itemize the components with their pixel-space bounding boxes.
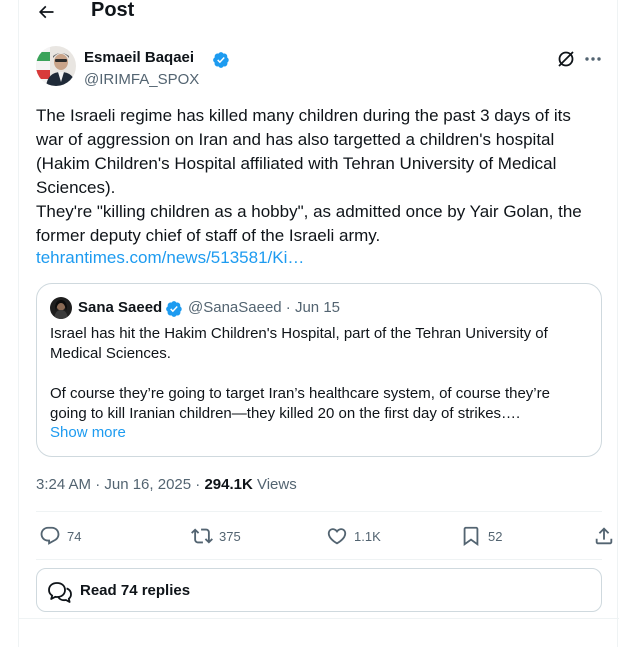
avatar-image xyxy=(50,297,72,319)
quote-handle-date: @SanaSaeed · Jun 15 xyxy=(188,299,340,316)
quote-avatar[interactable] xyxy=(50,297,72,319)
tweet-text: The Israeli regime has killed many child… xyxy=(36,104,606,248)
repost-button[interactable]: 375 xyxy=(191,524,241,548)
tweet-line: The Israeli regime has killed many child… xyxy=(36,106,571,125)
quote-paragraph: Israel has hit the Hakim Children's Hosp… xyxy=(50,325,548,362)
author-name[interactable]: Esmaeil Baqaei xyxy=(84,49,194,66)
bookmark-icon xyxy=(463,526,479,547)
share-icon xyxy=(595,527,613,545)
more-horizontal-icon xyxy=(585,57,601,61)
back-button[interactable] xyxy=(33,0,59,24)
quote-text: Israel has hit the Hakim Children's Hosp… xyxy=(50,324,590,424)
timestamp[interactable]: 3:24 AM · Jun 16, 2025 · xyxy=(36,476,204,493)
views-label: Views xyxy=(252,476,297,493)
verified-badge-icon xyxy=(166,301,182,317)
verified-badge-icon xyxy=(213,52,229,68)
bookmark-button[interactable]: 52 xyxy=(460,524,502,548)
reply-button[interactable]: 74 xyxy=(39,524,81,548)
read-replies-button[interactable]: Read 74 replies xyxy=(36,568,602,612)
action-bar: 74 375 1.1K 52 xyxy=(36,524,613,548)
grok-icon xyxy=(558,51,574,67)
tweet-line: Sciences). xyxy=(36,178,116,197)
reply-icon xyxy=(40,526,60,545)
like-count: 1.1K xyxy=(354,528,381,544)
more-options-button[interactable] xyxy=(582,49,604,69)
read-replies-label: Read 74 replies xyxy=(80,582,191,599)
share-button[interactable] xyxy=(593,524,615,548)
bookmark-count: 52 xyxy=(488,528,503,544)
author-row: Esmaeil Baqaei @IRIMFA_SPOX xyxy=(19,46,619,92)
repost-count: 375 xyxy=(219,528,241,544)
tweet-link[interactable]: tehrantimes.com/news/513581/Ki… xyxy=(36,248,304,268)
divider xyxy=(19,618,619,619)
chat-bubbles-icon xyxy=(48,582,72,603)
heart-icon xyxy=(327,528,347,545)
quote-author-name[interactable]: Sana Saeed xyxy=(78,299,162,316)
author-avatar[interactable] xyxy=(36,46,76,86)
page-title: Post xyxy=(91,0,135,21)
tweet-line: They're "killing children as a hobby", a… xyxy=(36,202,582,221)
grok-button[interactable] xyxy=(556,49,576,69)
divider xyxy=(36,559,602,560)
reply-count: 74 xyxy=(67,528,82,544)
tweet-line: (Hakim Children's Hospital affiliated wi… xyxy=(36,154,557,173)
author-handle[interactable]: @IRIMFA_SPOX xyxy=(84,71,199,88)
post-meta: 3:24 AM · Jun 16, 2025 · 294.1K Views xyxy=(36,476,297,493)
divider xyxy=(36,511,602,512)
views-count: 294.1K xyxy=(204,476,253,493)
repost-icon xyxy=(191,528,213,544)
show-more-link[interactable]: Show more xyxy=(50,424,126,441)
avatar-image xyxy=(36,46,76,86)
quoted-tweet[interactable]: Sana Saeed @SanaSaeed · Jun 15 Israel ha… xyxy=(36,283,602,457)
quote-paragraph: Of course they’re going to target Iran’s… xyxy=(50,385,550,422)
post-header: Post xyxy=(19,0,619,26)
post-detail-panel: Post Esmaeil Baqaei @IRIMFA_SPOX The Isr… xyxy=(18,0,619,647)
tweet-line: war of aggression on Iran and has also t… xyxy=(36,130,555,149)
like-button[interactable]: 1.1K xyxy=(326,524,381,548)
arrow-left-icon xyxy=(38,5,54,19)
tweet-line: former deputy chief of staff of the Isra… xyxy=(36,226,381,245)
